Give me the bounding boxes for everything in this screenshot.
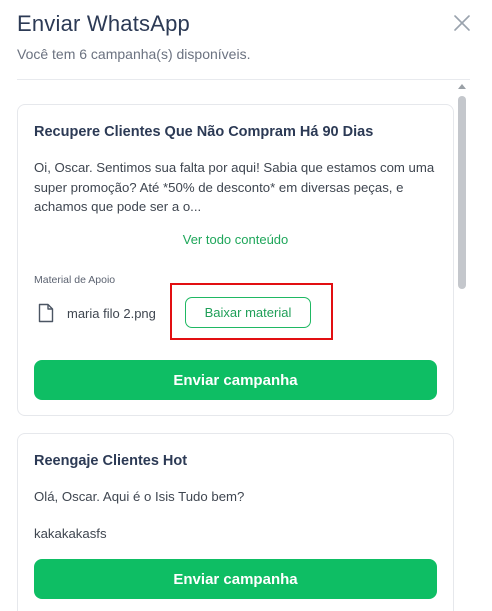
send-campaign-button[interactable]: Enviar campanha <box>34 559 437 599</box>
support-material-label: Material de Apoio <box>34 274 116 286</box>
campaign-title: Reengaje Clientes Hot <box>34 453 188 469</box>
scroll-up-arrow-icon[interactable] <box>458 84 466 89</box>
modal-header: Enviar WhatsApp Você tem 6 campanha(s) d… <box>17 9 472 79</box>
campaign-message: Olá, Oscar. Aqui é o Isis Tudo bem? <box>34 489 245 504</box>
send-campaign-button[interactable]: Enviar campanha <box>34 360 437 400</box>
attachment-file-name: maria filo 2.png <box>67 305 156 321</box>
attachment-row: maria filo 2.png <box>34 301 156 325</box>
modal-subtitle: Você tem 6 campanha(s) disponíveis. <box>17 46 251 62</box>
campaign-message-extra: kakakakasfs <box>34 526 107 541</box>
download-material-button[interactable]: Baixar material <box>185 297 311 328</box>
campaign-card: Recupere Clientes Que Não Compram Há 90 … <box>17 104 454 416</box>
campaign-card: Reengaje Clientes Hot Olá, Oscar. Aqui é… <box>17 433 454 611</box>
campaign-message: Oi, Oscar. Sentimos sua falta por aqui! … <box>34 160 435 214</box>
close-button[interactable] <box>452 13 472 33</box>
vertical-scrollbar[interactable] <box>456 82 468 611</box>
scrollbar-thumb[interactable] <box>458 96 466 289</box>
close-icon <box>454 15 470 31</box>
file-icon <box>38 303 54 323</box>
see-all-content-link[interactable]: Ver todo conteúdo <box>18 232 453 247</box>
campaign-title: Recupere Clientes Que Não Compram Há 90 … <box>34 124 374 140</box>
modal-title: Enviar WhatsApp <box>17 11 190 36</box>
whatsapp-modal: Enviar WhatsApp Você tem 6 campanha(s) d… <box>0 0 492 611</box>
campaign-list[interactable]: Recupere Clientes Que Não Compram Há 90 … <box>0 80 492 611</box>
